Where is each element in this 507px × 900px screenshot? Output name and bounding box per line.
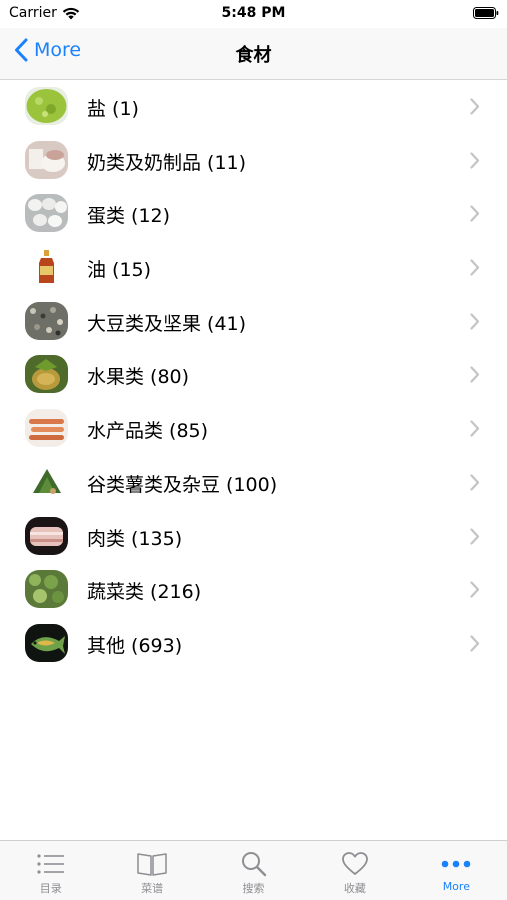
list-item[interactable]: 水产品类 (85) [0, 402, 507, 456]
tab-catalog[interactable]: 目录 [0, 841, 101, 900]
tab-label: More [442, 880, 470, 893]
tab-label: 菜谱 [141, 882, 164, 895]
chevron-right-icon [470, 259, 480, 276]
more-dots-icon [442, 860, 471, 868]
tab-label: 收藏 [343, 882, 366, 895]
tab-label: 目录 [39, 882, 62, 895]
eggs-thumbnail [25, 194, 68, 233]
fruit-thumbnail [25, 355, 68, 394]
list-item[interactable]: 奶类及奶制品 (11) [0, 134, 507, 188]
status-bar: Carrier 5:48 PM [0, 0, 507, 28]
chevron-right-icon [470, 474, 480, 491]
chevron-right-icon [470, 366, 480, 384]
list-item[interactable]: 肉类 (135) [0, 510, 507, 564]
search-icon [241, 852, 266, 877]
chevron-right-icon [470, 313, 480, 330]
list-item[interactable]: 盐 (1) [0, 80, 507, 134]
list-item[interactable]: 油 (15) [0, 241, 507, 295]
list-item[interactable]: 蔬菜类 (216) [0, 563, 507, 617]
tab-recipes[interactable]: 菜谱 [101, 841, 202, 900]
beans-nuts-thumbnail [25, 301, 68, 340]
page-title: 食材 [235, 45, 272, 66]
list-item-label: 水果类 (80) [87, 366, 190, 389]
list-item[interactable]: 其他 (693) [0, 617, 507, 671]
chevron-right-icon [470, 98, 480, 115]
list-item-label: 蔬菜类 (216) [87, 581, 202, 604]
list-icon [37, 854, 64, 874]
list-item[interactable]: 水果类 (80) [0, 348, 507, 402]
heart-icon [342, 852, 368, 875]
chevron-right-icon [470, 205, 480, 222]
chevron-right-icon [470, 527, 480, 545]
seafood-thumbnail [25, 409, 68, 448]
clock: 5:48 PM [221, 5, 286, 21]
list-item-label: 肉类 (135) [87, 527, 183, 550]
tab-favorites[interactable]: 收藏 [304, 841, 405, 900]
grains-thumbnail [25, 462, 68, 501]
tab-search[interactable]: 搜索 [203, 841, 304, 900]
battery-icon [473, 7, 499, 19]
dairy-thumbnail [25, 140, 68, 179]
list-item-label: 蛋类 (12) [87, 205, 171, 228]
tab-label: 搜索 [242, 882, 265, 895]
category-list: 盐 (1) 奶类及奶制品 (11) 蛋类 (12) 油 (15) 大豆类及坚果 … [0, 80, 507, 671]
list-item[interactable]: 谷类薯类及杂豆 (100) [0, 456, 507, 510]
list-item-label: 奶类及奶制品 (11) [87, 151, 247, 174]
chevron-right-icon [470, 152, 480, 169]
other-thumbnail [25, 623, 68, 662]
oil-bottle-thumbnail [25, 248, 68, 287]
vegetables-thumbnail [25, 570, 68, 609]
list-item-label: 谷类薯类及杂豆 (100) [87, 473, 278, 496]
book-icon [137, 853, 167, 876]
chevron-right-icon [470, 635, 480, 652]
chevron-right-icon [470, 420, 480, 437]
list-item-label: 大豆类及坚果 (41) [87, 312, 247, 335]
screen: Carrier 5:48 PM More 食材 盐 (1) 奶类及奶制品 (11… [0, 0, 507, 900]
navigation-bar: More 食材 [0, 28, 507, 80]
tab-bar: 目录 菜谱 搜索 收藏 More [0, 840, 507, 900]
meat-thumbnail [25, 516, 68, 555]
list-item[interactable]: 蛋类 (12) [0, 187, 507, 241]
list-item[interactable]: 大豆类及坚果 (41) [0, 295, 507, 349]
tab-more[interactable]: More [406, 841, 507, 900]
list-item-label: 水产品类 (85) [87, 420, 209, 443]
list-item-label: 油 (15) [87, 259, 152, 282]
list-item-label: 盐 (1) [87, 98, 139, 120]
salt-thumbnail [25, 87, 68, 125]
list-item-label: 其他 (693) [87, 634, 183, 657]
chevron-right-icon [470, 581, 480, 598]
